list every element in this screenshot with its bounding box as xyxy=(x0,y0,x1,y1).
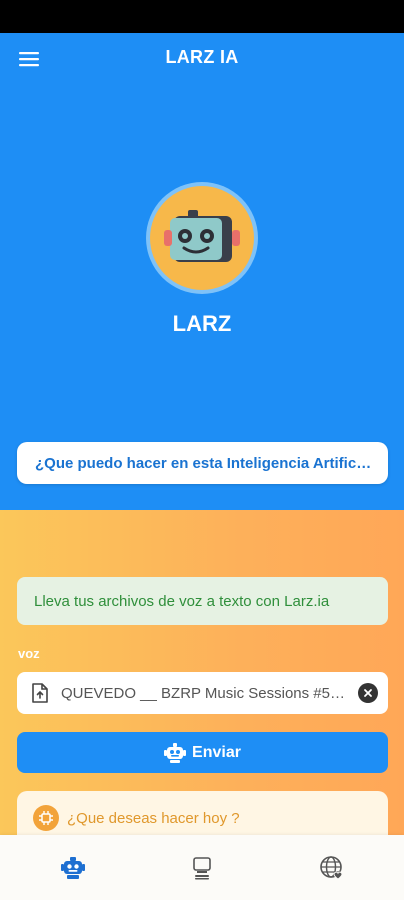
globe-heart-icon xyxy=(320,856,343,880)
robot-icon xyxy=(61,857,85,879)
avatar xyxy=(146,182,258,294)
hero-section: LARZ IA LARZ ¿Que puedo hacer en esta In… xyxy=(0,33,404,510)
question-text: ¿Que puedo hacer en esta Inteligencia Ar… xyxy=(35,454,374,472)
info-banner: Lleva tus archivos de voz a texto con La… xyxy=(17,577,388,625)
app-bar: LARZ IA xyxy=(0,33,404,85)
robot-avatar-icon xyxy=(150,186,254,290)
app-title: LARZ IA xyxy=(165,47,239,67)
nav-globe-tab[interactable] xyxy=(317,853,347,883)
audio-file-field[interactable]: QUEVEDO __ BZRP Music Sessions #52.mp3 xyxy=(17,672,388,714)
file-name: QUEVEDO __ BZRP Music Sessions #52.mp3 xyxy=(61,684,350,702)
bot-name: LARZ xyxy=(172,311,232,336)
nav-computer-tab[interactable] xyxy=(187,853,217,883)
status-bar xyxy=(0,0,404,33)
send-button-label: Enviar xyxy=(192,743,241,761)
clear-icon[interactable] xyxy=(358,683,378,703)
voice-label: voz xyxy=(18,646,40,661)
chip-icon xyxy=(33,805,59,831)
question-card[interactable]: ¿Que puedo hacer en esta Inteligencia Ar… xyxy=(17,442,388,484)
content-area: Lleva tus archivos de voz a texto con La… xyxy=(0,510,404,845)
nav-robot-tab[interactable] xyxy=(58,853,88,883)
info-text: Lleva tus archivos de voz a texto con La… xyxy=(34,592,330,610)
bottom-navigation xyxy=(0,835,404,900)
robot-icon xyxy=(164,742,187,763)
send-button[interactable]: Enviar xyxy=(17,732,388,773)
hint-text: ¿Que deseas hacer hoy ? xyxy=(67,809,240,827)
audio-file-icon xyxy=(32,683,48,703)
computer-icon xyxy=(193,857,211,880)
